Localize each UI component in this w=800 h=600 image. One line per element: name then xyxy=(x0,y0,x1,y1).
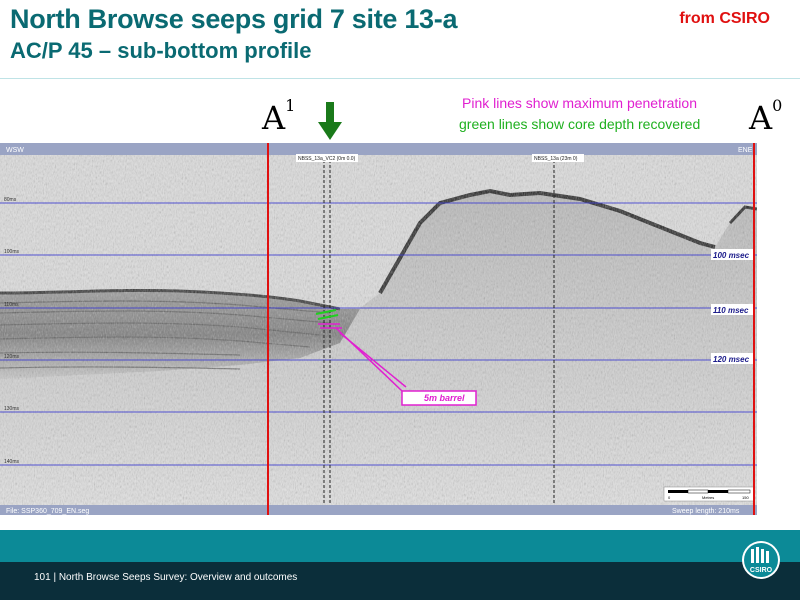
barrel-label: 5m barrel xyxy=(424,393,465,403)
msec-label-110: 110 msec xyxy=(713,306,749,315)
point-a0-label: A0 xyxy=(749,98,782,137)
point-a0-letter: A xyxy=(749,99,773,137)
green-lines-note: green lines show core depth recovered xyxy=(459,116,701,132)
point-a0-sup: 0 xyxy=(772,96,783,115)
page-subtitle: AC/P 45 – sub-bottom profile xyxy=(10,38,312,63)
sweep-label: Sweep length: 210ms xyxy=(672,508,740,515)
msec-label-120: 120 msec xyxy=(713,355,750,364)
depth-tick-110: 110ms xyxy=(4,302,19,308)
depth-tick-80: 80ms xyxy=(4,197,17,203)
station-label-right: NBSS_13a (23m 0) xyxy=(534,156,578,162)
scale-end: 150 xyxy=(742,495,749,500)
logo-text: CSIRO xyxy=(750,567,773,574)
depth-tick-130: 130ms xyxy=(4,406,20,412)
scale-unit: Metres xyxy=(702,495,714,500)
page-title: North Browse seeps grid 7 site 13-a xyxy=(10,4,458,34)
depth-tick-100: 100ms xyxy=(4,249,20,255)
depth-tick-120: 120ms xyxy=(4,354,20,360)
pink-lines-note: Pink lines show maximum penetration xyxy=(462,95,697,111)
msec-label-100: 100 msec xyxy=(713,251,750,260)
footer-text: 101 | North Browse Seeps Survey: Overvie… xyxy=(34,572,298,583)
profile-dir-right: ENE xyxy=(738,147,753,154)
core-location-arrow-icon xyxy=(318,102,342,140)
sub-bottom-profile: WSW ENE 80ms 100ms 110ms 120ms 130ms 140… xyxy=(0,143,757,515)
point-a1-sup: 1 xyxy=(285,96,296,115)
header-divider xyxy=(0,78,800,79)
file-label: File: SSP360_709_EN.seg xyxy=(6,508,89,515)
point-a1-letter: A xyxy=(262,99,286,137)
footer-band xyxy=(0,530,800,562)
profile-image: WSW ENE 80ms 100ms 110ms 120ms 130ms 140… xyxy=(0,143,757,515)
source-label: from CSIRO xyxy=(679,10,770,27)
point-a1-label: A1 xyxy=(262,98,295,137)
profile-dir-left: WSW xyxy=(6,147,24,154)
csiro-logo-icon: CSIRO xyxy=(742,541,780,579)
depth-tick-140: 140ms xyxy=(4,459,20,465)
station-label-left: NBSS_13a_VC2 (0m 0.0) xyxy=(298,156,356,162)
